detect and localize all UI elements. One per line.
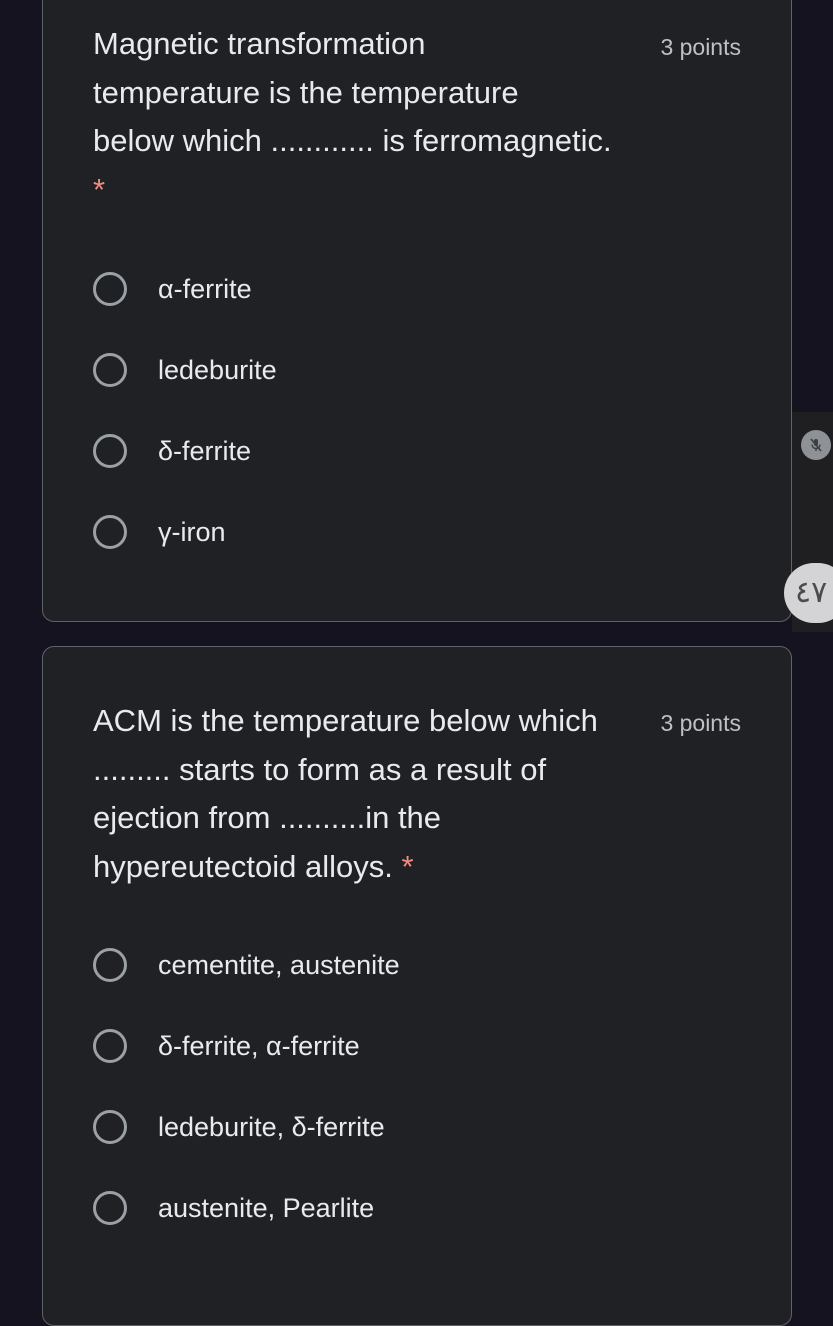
radio-button[interactable] [93, 1029, 127, 1063]
radio-button[interactable] [93, 353, 127, 387]
question-line: hypereutectoid alloys. [93, 848, 393, 884]
option-gamma-iron[interactable]: γ-iron [93, 510, 226, 554]
option-delta-ferrite[interactable]: δ-ferrite [93, 429, 251, 473]
option-cementite-austenite[interactable]: cementite, austenite [93, 943, 400, 987]
option-label: γ-iron [158, 516, 226, 547]
option-label: δ-ferrite [158, 435, 252, 466]
question-line: ......... starts to form as a result of [93, 751, 547, 787]
question-line: ACM is the temperature below which [93, 703, 598, 738]
radio-button[interactable] [93, 515, 127, 549]
points-label: 3 points [660, 710, 741, 736]
required-asterisk: * [93, 171, 106, 207]
points-label: 3 points [660, 34, 741, 60]
question-line: ejection from ..........in the [93, 800, 442, 835]
mic-off-icon[interactable] [801, 430, 831, 460]
option-ledeburite[interactable]: ledeburite [93, 348, 277, 392]
question-text: Magnetic transformation temperature is t… [93, 20, 653, 214]
radio-button[interactable] [93, 1191, 127, 1225]
option-label: austenite, Pearlite [158, 1192, 375, 1223]
option-ledeburite-delta-ferrite[interactable]: ledeburite, δ-ferrite [93, 1105, 385, 1149]
question-text: ACM is the temperature below which .....… [93, 697, 653, 891]
option-alpha-ferrite[interactable]: α-ferrite [93, 267, 252, 311]
question-card-1: Magnetic transformation temperature is t… [42, 0, 792, 622]
radio-button[interactable] [93, 272, 127, 306]
option-label: δ-ferrite, α-ferrite [158, 1030, 360, 1061]
required-asterisk: * [401, 848, 414, 884]
question-line: below which ............ is ferromagneti… [93, 123, 612, 158]
question-card-2: ACM is the temperature below which .....… [42, 646, 792, 1326]
option-label: α-ferrite [158, 273, 252, 304]
option-delta-alpha-ferrite[interactable]: δ-ferrite, α-ferrite [93, 1024, 360, 1068]
option-label: ledeburite, δ-ferrite [158, 1111, 385, 1142]
option-label: ledeburite [158, 354, 277, 385]
question-line: Magnetic transformation [93, 26, 426, 61]
option-austenite-pearlite[interactable]: austenite, Pearlite [93, 1186, 374, 1230]
option-label: cementite, austenite [158, 949, 400, 980]
question-line: temperature is the temperature [93, 74, 519, 110]
radio-button[interactable] [93, 1110, 127, 1144]
radio-button[interactable] [93, 434, 127, 468]
radio-button[interactable] [93, 948, 127, 982]
